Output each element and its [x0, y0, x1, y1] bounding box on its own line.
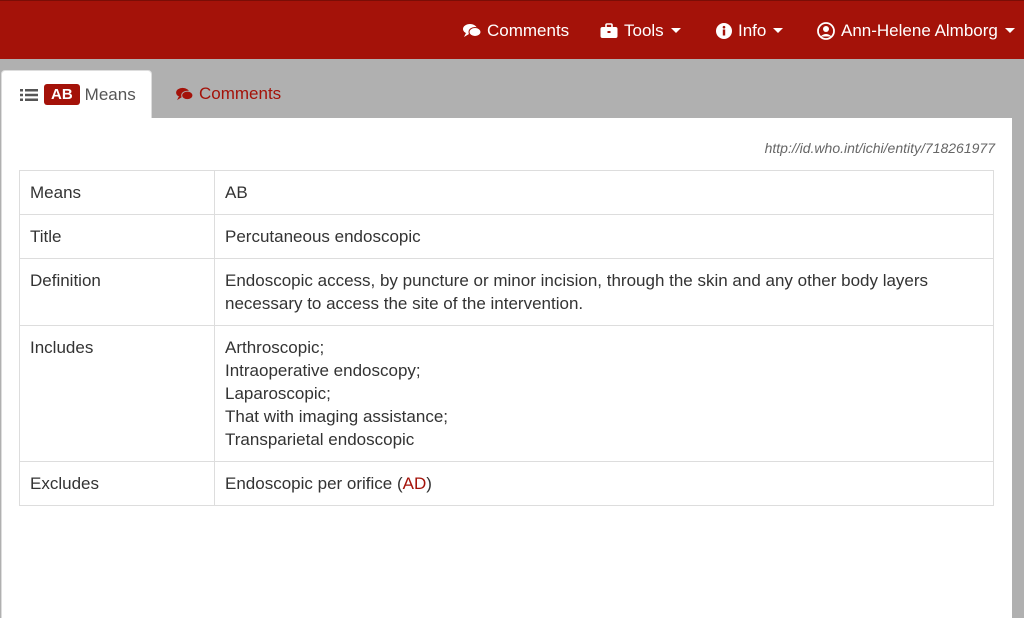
excludes-text-end: )	[426, 474, 432, 493]
table-row: Title Percutaneous endoscopic	[19, 214, 994, 259]
nav-tools-label: Tools	[624, 20, 664, 40]
chevron-down-icon	[670, 28, 681, 33]
comments-icon	[463, 24, 481, 37]
row-key-means: Means	[19, 170, 215, 215]
chevron-down-icon	[773, 28, 784, 33]
table-row: Definition Endoscopic access, by punctur…	[19, 258, 994, 326]
tab-means[interactable]: AB Means	[1, 70, 152, 118]
user-circle-icon	[817, 21, 835, 40]
chevron-down-icon	[1004, 28, 1015, 33]
nav-comments-label: Comments	[487, 20, 570, 40]
includes-item: Transparietal endoscopic	[225, 430, 415, 449]
nav-info-dropdown[interactable]: Info	[716, 1, 784, 60]
code-badge: AB	[44, 84, 80, 105]
nav-user-dropdown[interactable]: Ann-Helene Almborg	[817, 1, 1015, 60]
nav-info-label: Info	[738, 20, 767, 40]
row-value-means: AB	[214, 170, 994, 215]
excludes-text: Endoscopic per orifice (	[225, 474, 403, 493]
info-circle-icon	[716, 22, 732, 39]
top-navbar: Comments Tools Info Ann-Helene Almborg	[0, 0, 1024, 59]
nav-user-label: Ann-Helene Almborg	[841, 20, 998, 40]
nav-comments[interactable]: Comments	[463, 1, 569, 60]
tab-comments-label: Comments	[199, 84, 282, 103]
content-panel: http://id.who.int/ichi/entity/718261977 …	[1, 118, 1013, 618]
table-row: Includes Arthroscopic; Intraoperative en…	[19, 325, 994, 462]
excludes-code-link[interactable]: AD	[403, 474, 427, 493]
comments-icon	[176, 87, 193, 101]
includes-item: Arthroscopic;	[225, 338, 325, 357]
includes-item: Intraoperative endoscopy;	[225, 361, 421, 380]
table-row: Means AB	[19, 170, 994, 215]
nav-tools-dropdown[interactable]: Tools	[600, 1, 681, 60]
entity-details-table: Means AB Title Percutaneous endoscopic D…	[19, 170, 994, 506]
entity-uri: http://id.who.int/ichi/entity/718261977	[764, 140, 995, 156]
tab-comments[interactable]: Comments	[176, 70, 281, 118]
tab-means-label: Means	[84, 84, 136, 104]
row-value-excludes: Endoscopic per orifice (AD)	[214, 461, 994, 506]
row-value-title: Percutaneous endoscopic	[214, 214, 994, 259]
row-key-includes: Includes	[19, 325, 215, 462]
briefcase-icon	[600, 22, 618, 38]
row-key-definition: Definition	[19, 258, 215, 326]
table-row: Excludes Endoscopic per orifice (AD)	[19, 461, 994, 506]
includes-item: Laparoscopic;	[225, 384, 331, 403]
row-value-definition: Endoscopic access, by puncture or minor …	[214, 258, 994, 326]
page-scrollbar[interactable]	[1012, 59, 1024, 618]
row-key-title: Title	[19, 214, 215, 259]
list-icon	[20, 88, 38, 101]
includes-item: That with imaging assistance;	[225, 407, 448, 426]
row-value-includes: Arthroscopic; Intraoperative endoscopy; …	[214, 325, 994, 462]
row-key-excludes: Excludes	[19, 461, 215, 506]
